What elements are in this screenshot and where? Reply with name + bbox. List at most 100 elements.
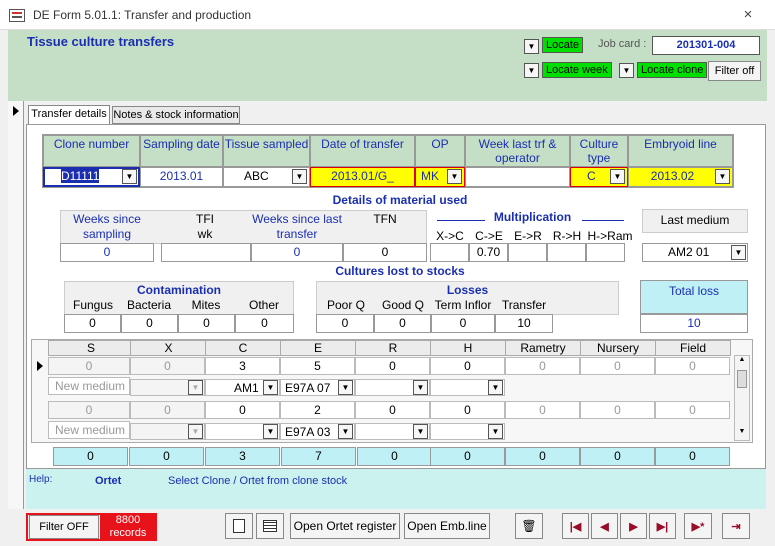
row2-c[interactable]: 0 bbox=[205, 401, 280, 419]
sampling-date-field[interactable]: 2013.01 bbox=[140, 167, 223, 187]
close-icon[interactable]: × bbox=[740, 6, 756, 23]
other-value[interactable]: 0 bbox=[235, 314, 294, 333]
op-dropdown-icon[interactable]: ▼ bbox=[447, 169, 462, 184]
date-of-transfer-input[interactable]: 2013.01/G_ bbox=[310, 167, 415, 187]
row1-c[interactable]: 3 bbox=[205, 357, 280, 375]
good-q-value[interactable]: 0 bbox=[374, 314, 431, 333]
mult-c-e-value[interactable]: 0.70 bbox=[469, 243, 508, 262]
scroll-thumb[interactable] bbox=[737, 370, 747, 388]
row2-x: 0 bbox=[130, 401, 205, 419]
row2-e[interactable]: 2 bbox=[280, 401, 355, 419]
first-record-button[interactable]: |◀ bbox=[562, 513, 589, 539]
exit-button[interactable]: ⇥ bbox=[722, 513, 750, 539]
scroll-up-icon[interactable]: ▲ bbox=[735, 356, 749, 368]
row1-h[interactable]: 0 bbox=[430, 357, 505, 375]
lost-section-title: Cultures lost to stocks bbox=[335, 264, 465, 278]
mult-r-h-value[interactable] bbox=[547, 243, 586, 262]
last-medium-dropdown-icon[interactable]: ▼ bbox=[731, 245, 746, 260]
row1-x: 0 bbox=[130, 357, 205, 375]
total-field: 0 bbox=[655, 447, 730, 466]
grid-scrollbar[interactable]: ▲ ▼ bbox=[734, 355, 750, 441]
tfi-value[interactable] bbox=[161, 243, 251, 262]
tab-notes-stock[interactable]: Notes & stock information bbox=[112, 106, 240, 124]
locate-week-dropdown-icon[interactable]: ▼ bbox=[524, 63, 539, 78]
mult-line-right bbox=[582, 220, 624, 221]
open-emb-line-button[interactable]: Open Emb.line bbox=[404, 513, 490, 539]
grid-header-x: X bbox=[130, 340, 207, 356]
other-label: Other bbox=[248, 298, 279, 312]
row1-r[interactable]: 0 bbox=[355, 357, 430, 375]
mites-value[interactable]: 0 bbox=[178, 314, 235, 333]
next-record-icon: ▶ bbox=[629, 521, 638, 533]
mult-x-c-label: X->C bbox=[436, 229, 464, 243]
grid-header-nursery: Nursery bbox=[580, 340, 656, 356]
total-s: 0 bbox=[53, 447, 128, 466]
poor-q-value[interactable]: 0 bbox=[316, 314, 374, 333]
open-ortet-register-button[interactable]: Open Ortet register bbox=[290, 513, 400, 539]
print-preview-button[interactable] bbox=[225, 513, 253, 539]
grid-header-s: S bbox=[48, 340, 134, 356]
total-loss-value[interactable]: 10 bbox=[640, 314, 748, 333]
term-inflor-value[interactable]: 0 bbox=[431, 314, 495, 333]
bacteria-label: Bacteria bbox=[126, 298, 172, 312]
locate-clone-dropdown-icon[interactable]: ▼ bbox=[619, 63, 634, 78]
scroll-down-icon[interactable]: ▼ bbox=[735, 428, 749, 440]
exit-door-icon: ⇥ bbox=[731, 521, 741, 533]
locate-button[interactable]: Locate bbox=[542, 37, 584, 53]
row2-new-medium-label: New medium bbox=[48, 421, 130, 439]
tfn-value[interactable]: 0 bbox=[343, 243, 427, 262]
row2-r[interactable]: 0 bbox=[355, 401, 430, 419]
mult-e-r-value[interactable] bbox=[508, 243, 547, 262]
fungus-value[interactable]: 0 bbox=[64, 314, 121, 333]
help-bar bbox=[26, 469, 766, 509]
job-card-field[interactable]: 201301-004 bbox=[652, 36, 760, 55]
last-record-button[interactable]: ▶| bbox=[649, 513, 676, 539]
tfn-label: TFN bbox=[373, 212, 397, 226]
row1-e-medium-dropdown-icon[interactable]: ▼ bbox=[338, 380, 353, 395]
row1-h-medium-dropdown-icon[interactable]: ▼ bbox=[488, 380, 503, 395]
row2-h[interactable]: 0 bbox=[430, 401, 505, 419]
date-of-transfer-header: Date of transfer bbox=[310, 135, 415, 167]
op-header: OP bbox=[415, 135, 465, 167]
weeks-since-sampling-value[interactable]: 0 bbox=[60, 243, 154, 262]
next-record-button[interactable]: ▶ bbox=[620, 513, 647, 539]
row1-r-medium-dropdown-icon[interactable]: ▼ bbox=[413, 380, 428, 395]
embryoid-dropdown-icon[interactable]: ▼ bbox=[715, 169, 730, 184]
multiplication-label: Multiplication bbox=[493, 210, 572, 224]
sampling-date-header: Sampling date bbox=[140, 135, 223, 167]
tab-transfer-details[interactable]: Transfer details bbox=[28, 105, 110, 124]
weeks-since-sampling-label: Weeks since sampling bbox=[73, 212, 141, 241]
new-record-button[interactable]: ▶* bbox=[684, 513, 712, 539]
filter-off-bottom-button[interactable]: Filter OFF bbox=[29, 515, 99, 539]
transfer-value[interactable]: 10 bbox=[495, 314, 553, 333]
total-loss-label: Total loss bbox=[668, 284, 720, 298]
row2-e-medium-dropdown-icon[interactable]: ▼ bbox=[338, 424, 353, 439]
clone-dropdown-icon[interactable]: ▼ bbox=[122, 169, 137, 184]
first-record-icon: |◀ bbox=[569, 521, 582, 533]
mult-h-ram-value[interactable] bbox=[586, 243, 625, 262]
losses-label: Losses bbox=[446, 283, 489, 297]
mult-x-c-value[interactable] bbox=[430, 243, 469, 262]
form-icon bbox=[9, 9, 25, 22]
tissue-dropdown-icon[interactable]: ▼ bbox=[292, 169, 307, 184]
embryoid-line-header: Embryoid line bbox=[628, 135, 733, 167]
locate-clone-button[interactable]: Locate clone bbox=[637, 62, 708, 78]
delete-button[interactable]: 🗑 bbox=[515, 513, 543, 539]
locate-dropdown-icon[interactable]: ▼ bbox=[524, 39, 539, 54]
total-rametry: 0 bbox=[505, 447, 580, 466]
culture-type-dropdown-icon[interactable]: ▼ bbox=[610, 169, 625, 184]
mult-h-ram-label: H->Ram bbox=[587, 229, 633, 243]
locate-week-button[interactable]: Locate week bbox=[542, 62, 612, 78]
filter-off-button[interactable]: Filter off bbox=[708, 61, 761, 81]
row2-r-medium-dropdown-icon[interactable]: ▼ bbox=[413, 424, 428, 439]
bacteria-value[interactable]: 0 bbox=[121, 314, 178, 333]
row2-c-medium-dropdown-icon[interactable]: ▼ bbox=[263, 424, 278, 439]
row2-h-medium-dropdown-icon[interactable]: ▼ bbox=[488, 424, 503, 439]
previous-record-button[interactable]: ◀ bbox=[591, 513, 618, 539]
weeks-since-last-value[interactable]: 0 bbox=[251, 243, 343, 262]
week-last-trf-field[interactable] bbox=[465, 167, 570, 187]
datasheet-button[interactable] bbox=[256, 513, 284, 539]
row1-c-medium-dropdown-icon[interactable]: ▼ bbox=[263, 380, 278, 395]
total-nursery: 0 bbox=[580, 447, 655, 466]
row1-e[interactable]: 5 bbox=[280, 357, 355, 375]
